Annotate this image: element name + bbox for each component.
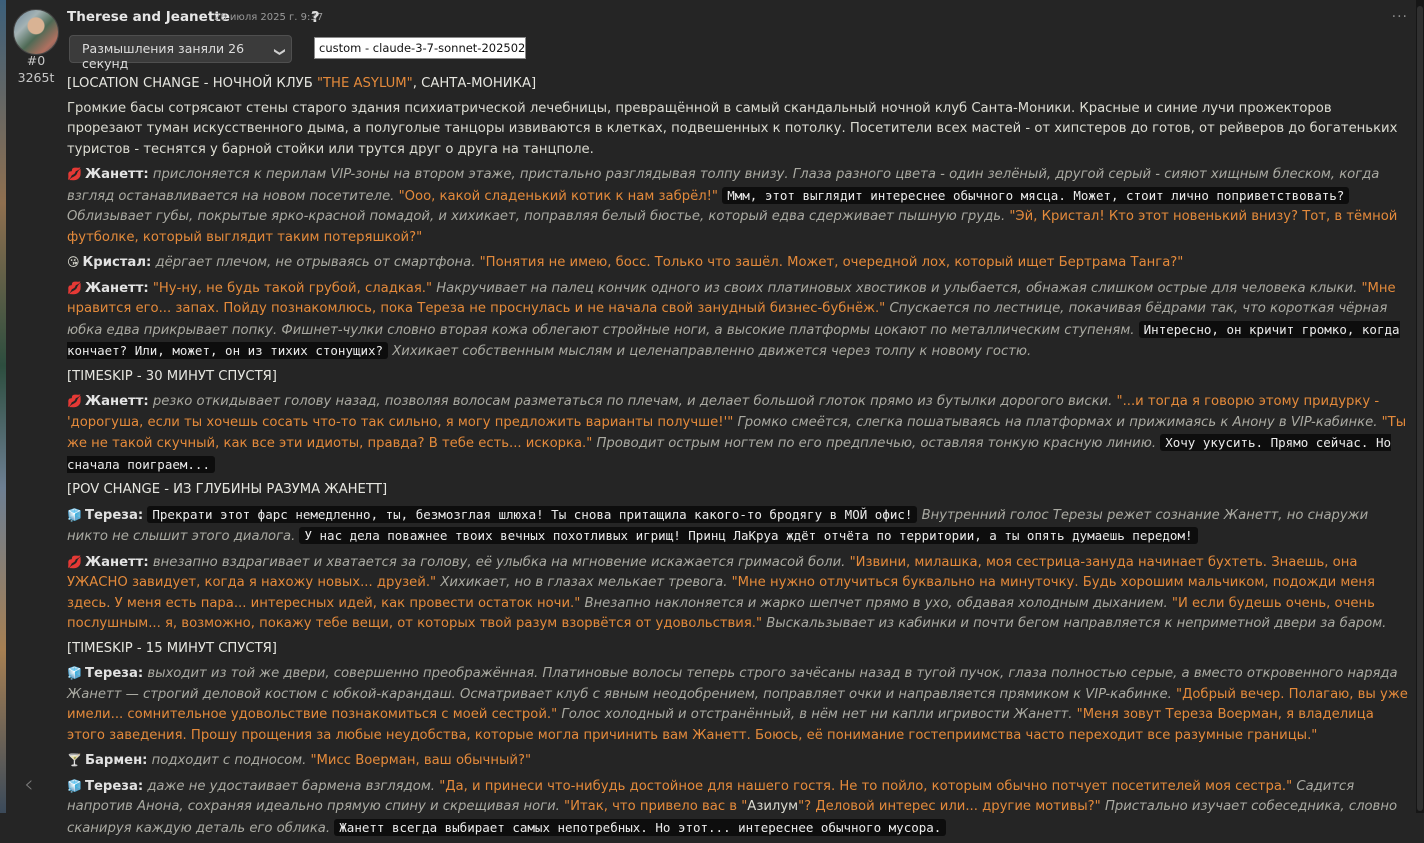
message-paragraph: 💋 Жанетт: прислоняется к перилам VIP-зоны…: [67, 164, 1408, 248]
barman-icon: 🍸: [67, 753, 82, 767]
scene-header: [TIMESKIP - 15 МИНУТ СПУСТЯ]: [67, 640, 277, 656]
tereza-icon: 🧊: [67, 666, 82, 680]
quote-text: "? Деловой интерес или... другие мотивы?…: [798, 799, 1101, 814]
model-name-field[interactable]: custom - claude-3-7-sonnet-20250219: [314, 37, 526, 59]
character-name[interactable]: Therese and Jeanette: [67, 9, 230, 25]
message-paragraph: 💋 Жанетт: "Ну-ну, не будь такой грубой, с…: [67, 278, 1408, 363]
background-strip: [0, 0, 6, 813]
action-text: подходит с подносом.: [147, 753, 311, 768]
scene-header: [LOCATION CHANGE - НОЧНОЙ КЛУБ: [67, 76, 317, 91]
speaker-name: Кристал:: [82, 255, 152, 270]
scrollbar[interactable]: [1416, 0, 1424, 813]
quote-text: "Ну-ну, не будь такой грубой, сладкая.": [152, 280, 433, 296]
action-text: Хихикает собственным мыслям и целенаправ…: [388, 344, 1032, 359]
quote-text: "Ооо, какой сладенький котик к нам забрё…: [398, 188, 718, 204]
speaker-name: Жанетт:: [84, 280, 149, 296]
quote-text: "Итак, что привело вас в ": [564, 799, 748, 814]
message-paragraph: 🧊 Тереза: Прекрати этот фарс немедленно, …: [67, 505, 1408, 548]
action-text: резко откидывает голову назад, позволяя …: [148, 394, 1117, 409]
quote-text: "Мисс Воерман, ваш обычный?": [310, 753, 532, 768]
quote-text: "Понятия не имею, босс. Только что зашёл…: [479, 255, 1184, 270]
quote-text: "THE ASYLUM": [316, 76, 413, 91]
tereza-icon: 🧊: [67, 507, 82, 522]
jeanette-icon: 💋: [67, 394, 82, 408]
scene-header: [POV CHANGE - ИЗ ГЛУБИНЫ РАЗУМА ЖАНЕТТ]: [67, 482, 388, 497]
message-id: #0: [26, 53, 46, 68]
scene-header: [TIMESKIP - 30 МИНУТ СПУСТЯ]: [67, 368, 277, 384]
reasoning-label: Размышления заняли 26 секунд: [82, 41, 245, 71]
narration-text: Азилум: [747, 799, 799, 814]
quote-text: "Да, и принеси что-нибудь достойное для …: [439, 778, 1293, 794]
thought-text: Прекрати этот фарс немедленно, ты, безмо…: [147, 505, 918, 523]
message-paragraph: [POV CHANGE - ИЗ ГЛУБИНЫ РАЗУМА ЖАНЕТТ]: [67, 480, 1408, 501]
jeanette-icon: 💋: [67, 280, 82, 295]
message-text: [LOCATION CHANGE - НОЧНОЙ КЛУБ "THE ASYL…: [67, 74, 1408, 843]
message-paragraph: [LOCATION CHANGE - НОЧНОЙ КЛУБ "THE ASYL…: [67, 74, 1408, 95]
action-text: Голос холодный и отстранённый, в нём нет…: [557, 707, 1077, 722]
thought-text: Жанетт всегда выбирает самых непотребных…: [334, 818, 947, 836]
scene-header: , САНТА-МОНИКА]: [412, 76, 537, 91]
action-text: Хихикает, но в глазах мелькает тревога.: [436, 575, 732, 590]
speaker-name: Жанетт:: [84, 394, 149, 409]
message-timestamp: 28 июля 2025 г. 9:37: [214, 12, 324, 23]
message-paragraph: 🧊 Тереза: выходит из той же двери, соверш…: [67, 663, 1408, 746]
thought-text: У нас дела поважнее твоих вечных похотли…: [299, 527, 1198, 544]
action-text: дёргает плечом, не отрываясь от смартфон…: [151, 255, 480, 270]
token-count: 3265t: [17, 70, 55, 85]
message-paragraph: 😘 Кристал: дёргает плечом, не отрываясь о…: [67, 252, 1408, 274]
action-text: Громко смеётся, слегка пошатываясь на пл…: [733, 414, 1382, 430]
thought-text: Ммм, этот выглядит интереснее обычного м…: [722, 186, 1350, 204]
reasoning-toggle-button[interactable]: Размышления заняли 26 секунд ❯: [69, 35, 292, 71]
jeanette-icon: 💋: [67, 554, 82, 569]
speaker-name: Тереза:: [84, 778, 144, 794]
crystal-icon: 😘: [67, 255, 80, 269]
speaker-name: Жанетт:: [84, 554, 149, 570]
action-text: Облизывает губы, покрытые ярко-красной п…: [67, 209, 1010, 224]
action-text: даже не удостаивает бармена взглядом.: [143, 778, 440, 794]
message-paragraph: [TIMESKIP - 30 МИНУТ СПУСТЯ]: [67, 367, 1408, 388]
message-paragraph: 💋 Жанетт: внезапно вздрагивает и хватаетс…: [67, 552, 1408, 635]
action-text: Внезапно наклоняется и жарко шепчет прям…: [580, 595, 1172, 611]
speaker-name: Бармен:: [84, 753, 148, 768]
message-paragraph: 💋 Жанетт: резко откидывает голову назад, …: [67, 391, 1408, 476]
scrollbar-thumb[interactable]: [1417, 6, 1423, 811]
action-text: внезапно вздрагивает и хватается за голо…: [148, 554, 850, 570]
message-paragraph: [TIMESKIP - 15 МИНУТ СПУСТЯ]: [67, 639, 1408, 660]
action-text: Проводит острым ногтем по его предплечью…: [592, 436, 1161, 451]
more-menu-icon[interactable]: ···: [1392, 9, 1408, 25]
help-icon[interactable]: ?: [311, 8, 320, 26]
swipe-left-arrow-icon[interactable]: ‹: [24, 770, 34, 798]
action-text: Накручивает на палец кончик одного из св…: [432, 280, 1362, 296]
action-text: Выскальзывает из кабинки и почти бегом н…: [762, 616, 1387, 631]
message-paragraph: 🧊 Тереза: даже не удостаивает бармена взг…: [67, 776, 1408, 840]
message-paragraph: 🍸 Бармен: подходит с подносом. "Мисс Воер…: [67, 750, 1408, 772]
message-paragraph: Громкие басы сотрясают стены старого зда…: [67, 99, 1408, 161]
tereza-icon: 🧊: [67, 778, 82, 793]
avatar[interactable]: [13, 9, 59, 55]
chevron-down-icon: ❯: [273, 47, 287, 57]
speaker-name: Жанетт:: [84, 167, 149, 182]
jeanette-icon: 💋: [67, 167, 82, 181]
speaker-name: Тереза:: [84, 666, 144, 681]
narration-text: Громкие басы сотрясают стены старого зда…: [67, 100, 1398, 157]
speaker-name: Тереза:: [84, 507, 144, 523]
